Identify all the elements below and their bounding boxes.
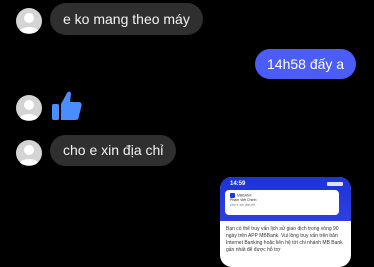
card-header: MBBANK — [237, 193, 252, 198]
thumbs-up-icon — [52, 91, 82, 120]
default-avatar-icon — [19, 145, 39, 165]
screenshot-body-text: Bạn có thể truy vấn lịch sử giao dịch tr… — [226, 226, 343, 253]
default-avatar-icon — [19, 13, 39, 33]
status-time: 14:59 — [230, 181, 246, 187]
screenshot-card: MBBANK Phạm Viết Chính cho e xin địa chỉ — [225, 190, 339, 215]
avatar[interactable] — [16, 140, 42, 166]
incoming-message[interactable]: cho e xin địa chỉ — [50, 135, 177, 166]
screenshot-header: 14:59 MBBANK Phạm Viết Chính cho e xin đ… — [220, 177, 351, 221]
default-avatar-icon — [19, 100, 39, 120]
incoming-message[interactable]: e ko mang theo máy — [50, 3, 203, 35]
avatar[interactable] — [16, 95, 42, 121]
sender-sub: cho e xin địa chỉ — [230, 202, 256, 207]
image-attachment[interactable]: 14:59 MBBANK Phạm Viết Chính cho e xin đ… — [220, 177, 351, 267]
like-message[interactable] — [50, 89, 84, 128]
status-icons — [327, 182, 343, 186]
outgoing-message[interactable]: 14h58 đấy a — [255, 49, 357, 79]
avatar[interactable] — [16, 8, 42, 34]
